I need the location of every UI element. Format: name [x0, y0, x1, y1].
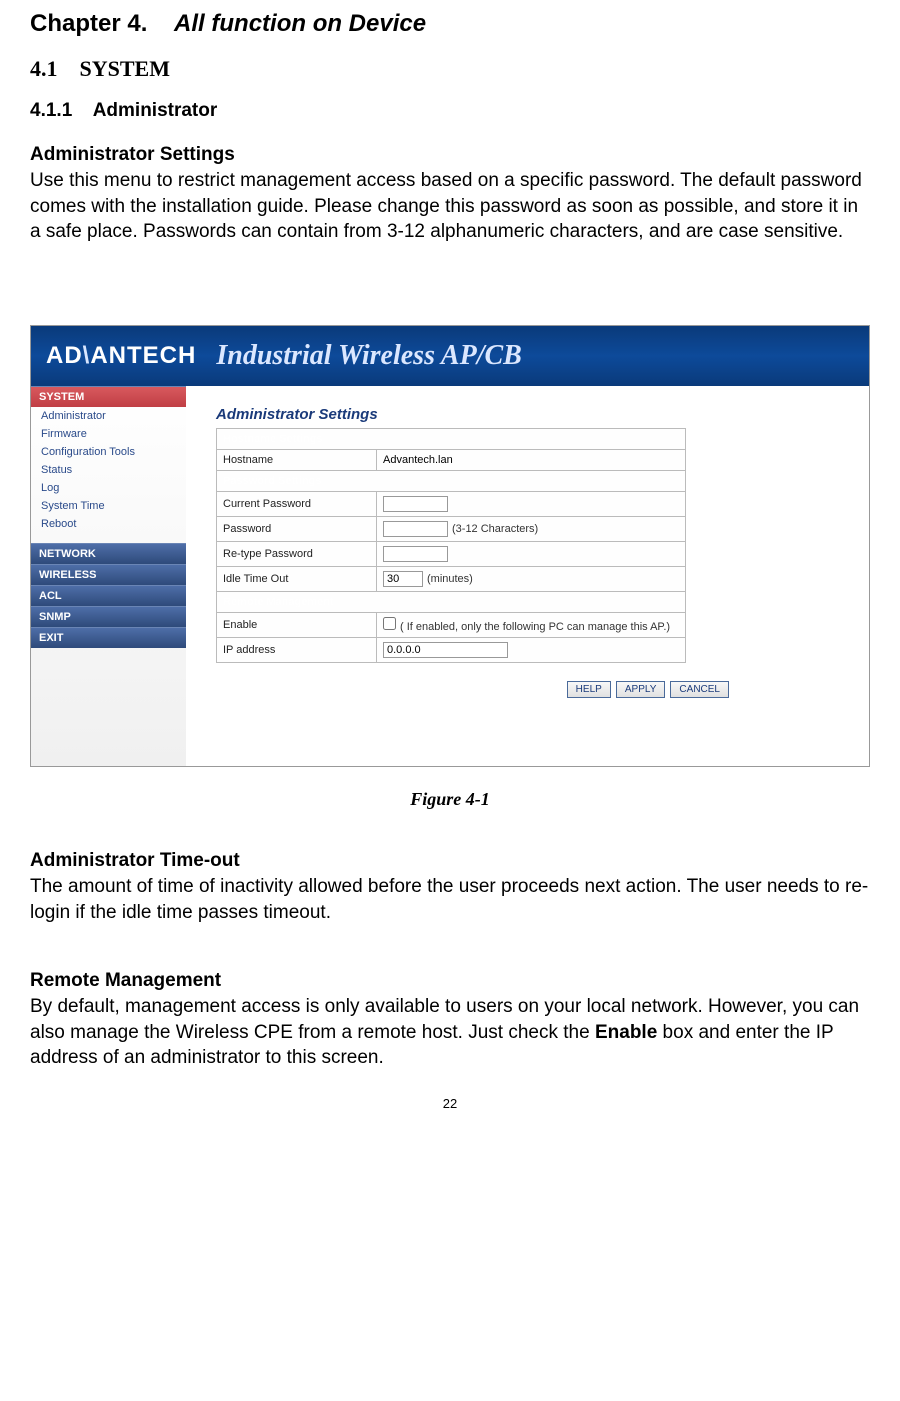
hostname-label: Hostname [217, 449, 377, 470]
nav-cat-wireless[interactable]: WIRELESS [31, 564, 186, 585]
ip-address-input[interactable] [383, 642, 508, 658]
admin-settings-text: Use this menu to restrict management acc… [30, 168, 870, 245]
current-password-label: Current Password [217, 491, 377, 516]
hostname-value: Advantech.lan [383, 454, 453, 466]
apply-button[interactable]: APPLY [616, 681, 666, 698]
password-section-header: Password Settings [217, 470, 686, 491]
ss-header: AD\ANTECH Industrial Wireless AP/CB [31, 326, 869, 386]
figure-caption: Figure 4-1 [30, 789, 870, 810]
enable-hint: ( If enabled, only the following PC can … [400, 621, 670, 633]
ss-content: Administrator Settings Hostname Settings… [186, 386, 869, 766]
nav-item-reboot[interactable]: Reboot [31, 515, 186, 533]
nav-cat-system[interactable]: SYSTEM [31, 386, 186, 407]
idle-timeout-input[interactable] [383, 571, 423, 587]
subsection-number: 4.1.1 [30, 100, 72, 121]
password-input[interactable] [383, 521, 448, 537]
nav-cat-snmp[interactable]: SNMP [31, 606, 186, 627]
page-number: 22 [30, 1096, 870, 1111]
nav-cat-exit[interactable]: EXIT [31, 627, 186, 648]
admin-timeout-text: The amount of time of inactivity allowed… [30, 874, 870, 925]
idle-timeout-hint: (minutes) [427, 573, 473, 585]
current-password-input[interactable] [383, 496, 448, 512]
logo-text: AD\ANTECH [46, 342, 196, 370]
admin-settings-heading: Administrator Settings [30, 144, 870, 166]
retype-password-label: Re-type Password [217, 541, 377, 566]
remote-section-header: Remote Management [217, 591, 686, 612]
nav-item-system-time[interactable]: System Time [31, 497, 186, 515]
remote-mgmt-heading: Remote Management [30, 970, 870, 992]
ss-sidebar: SYSTEM Administrator Firmware Configurat… [31, 386, 186, 766]
nav-item-config-tools[interactable]: Configuration Tools [31, 443, 186, 461]
ss-content-title: Administrator Settings [216, 406, 849, 423]
password-label: Password [217, 516, 377, 541]
password-hint: (3-12 Characters) [452, 523, 538, 535]
enable-label: Enable [217, 612, 377, 637]
remote-mgmt-bold: Enable [595, 1022, 657, 1043]
section-number: 4.1 [30, 56, 58, 81]
ip-address-label: IP address [217, 637, 377, 662]
help-button[interactable]: HELP [567, 681, 611, 698]
hostname-section-header: Hostname Settings [217, 428, 686, 449]
hostname-table: Hostname Settings Hostname Advantech.lan… [216, 428, 686, 663]
chapter-label: Chapter 4. [30, 10, 147, 37]
nav-item-status[interactable]: Status [31, 461, 186, 479]
chapter-title: All function on Device [174, 10, 426, 37]
nav-cat-network[interactable]: NETWORK [31, 543, 186, 564]
retype-password-input[interactable] [383, 546, 448, 562]
section-title: SYSTEM [80, 56, 170, 81]
subsection-title: Administrator [93, 100, 218, 121]
remote-mgmt-text: By default, management access is only av… [30, 994, 870, 1071]
figure-screenshot: AD\ANTECH Industrial Wireless AP/CB SYST… [30, 325, 870, 767]
idle-timeout-label: Idle Time Out [217, 566, 377, 591]
cancel-button[interactable]: CANCEL [670, 681, 729, 698]
nav-item-firmware[interactable]: Firmware [31, 425, 186, 443]
admin-timeout-heading: Administrator Time-out [30, 850, 870, 872]
nav-item-log[interactable]: Log [31, 479, 186, 497]
enable-checkbox[interactable] [383, 617, 396, 630]
ss-header-title: Industrial Wireless AP/CB [216, 340, 522, 372]
nav-cat-acl[interactable]: ACL [31, 585, 186, 606]
nav-item-administrator[interactable]: Administrator [31, 407, 186, 425]
